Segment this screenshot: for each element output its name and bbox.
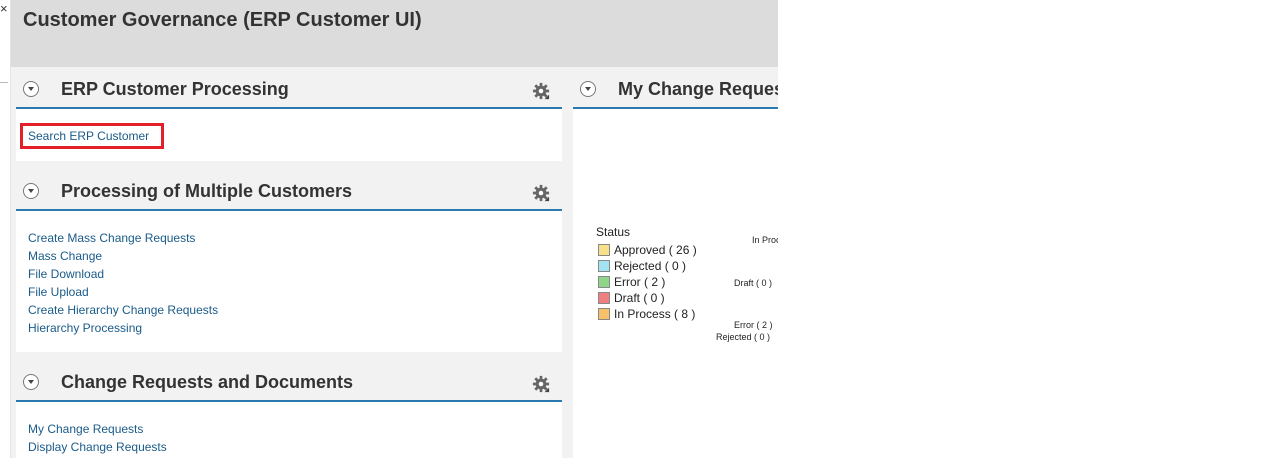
mass-change-link[interactable]: Mass Change xyxy=(28,247,218,265)
chart-label-error: Error ( 2 ) xyxy=(734,320,773,330)
legend-item: Approved ( 26 ) xyxy=(596,242,697,258)
file-upload-link[interactable]: File Upload xyxy=(28,283,218,301)
chart-label-in-process: In Proc xyxy=(752,235,778,245)
panel-erp-customer-processing: ERP Customer Processing Search ERP Custo… xyxy=(16,73,562,161)
legend-item: Rejected ( 0 ) xyxy=(596,258,697,274)
gear-icon[interactable] xyxy=(532,82,550,100)
page-header: Customer Governance (ERP Customer UI) xyxy=(11,0,778,67)
panel-processing-multiple-customers: Processing of Multiple Customers Create … xyxy=(16,175,562,352)
file-download-link[interactable]: File Download xyxy=(28,265,218,283)
legend-label: Draft ( 0 ) xyxy=(614,291,665,305)
legend-item: Draft ( 0 ) xyxy=(596,290,697,306)
display-change-requests-link[interactable]: Display Change Requests xyxy=(28,438,167,456)
legend-item: Error ( 2 ) xyxy=(596,274,697,290)
legend-label: Error ( 2 ) xyxy=(614,275,666,289)
create-mass-change-requests-link[interactable]: Create Mass Change Requests xyxy=(28,229,218,247)
panel-header: Change Requests and Documents xyxy=(16,366,562,402)
panel-title: Change Requests and Documents xyxy=(61,372,354,392)
search-erp-customer-link[interactable]: Search ERP Customer xyxy=(28,127,149,145)
hierarchy-processing-link[interactable]: Hierarchy Processing xyxy=(28,319,218,337)
link-list: My Change Requests Display Change Reques… xyxy=(28,420,167,456)
create-hierarchy-change-requests-link[interactable]: Create Hierarchy Change Requests xyxy=(28,301,218,319)
legend-swatch xyxy=(598,276,610,288)
chevron-down-icon[interactable] xyxy=(580,81,596,97)
legend-label: In Process ( 8 ) xyxy=(614,307,696,321)
app-window: Customer Governance (ERP Customer UI) ER… xyxy=(11,0,778,458)
gear-icon[interactable] xyxy=(532,184,550,202)
divider xyxy=(0,82,8,83)
chevron-down-icon[interactable] xyxy=(23,374,39,390)
legend-label: Approved ( 26 ) xyxy=(614,243,697,257)
panel-title: My Change Requests xyxy=(618,79,778,99)
link-list: Search ERP Customer xyxy=(28,127,149,145)
legend-swatch xyxy=(598,292,610,304)
legend-swatch xyxy=(598,308,610,320)
left-strip: × xyxy=(0,0,11,458)
chevron-down-icon[interactable] xyxy=(23,81,39,97)
chart-label-rejected: Rejected ( 0 ) xyxy=(716,332,771,342)
my-change-requests-link[interactable]: My Change Requests xyxy=(28,420,167,438)
panel-title: ERP Customer Processing xyxy=(61,79,289,99)
panel-title: Processing of Multiple Customers xyxy=(61,181,353,201)
legend-item: In Process ( 8 ) xyxy=(596,306,697,322)
legend-label: Rejected ( 0 ) xyxy=(614,259,687,273)
chart-label-draft: Draft ( 0 ) xyxy=(734,278,773,288)
close-icon[interactable]: × xyxy=(0,2,8,16)
panel-header: Processing of Multiple Customers xyxy=(16,175,562,211)
legend-title: Status xyxy=(596,225,631,239)
legend-swatch xyxy=(598,260,610,272)
panel-header: My Change Requests xyxy=(573,73,778,109)
link-list: Create Mass Change Requests Mass Change … xyxy=(28,229,218,337)
legend-swatch xyxy=(598,244,610,256)
page-title: Customer Governance (ERP Customer UI) xyxy=(23,9,422,31)
panel-my-change-requests: My Change Requests In Proc Draft ( 0 ) E… xyxy=(573,73,778,458)
panel-change-requests-documents: Change Requests and Documents My Change … xyxy=(16,366,562,458)
panel-header: ERP Customer Processing xyxy=(16,73,562,109)
gear-icon[interactable] xyxy=(532,375,550,393)
status-legend: Status Approved ( 26 ) Rejected ( 0 ) Er… xyxy=(596,225,697,322)
chevron-down-icon[interactable] xyxy=(23,183,39,199)
